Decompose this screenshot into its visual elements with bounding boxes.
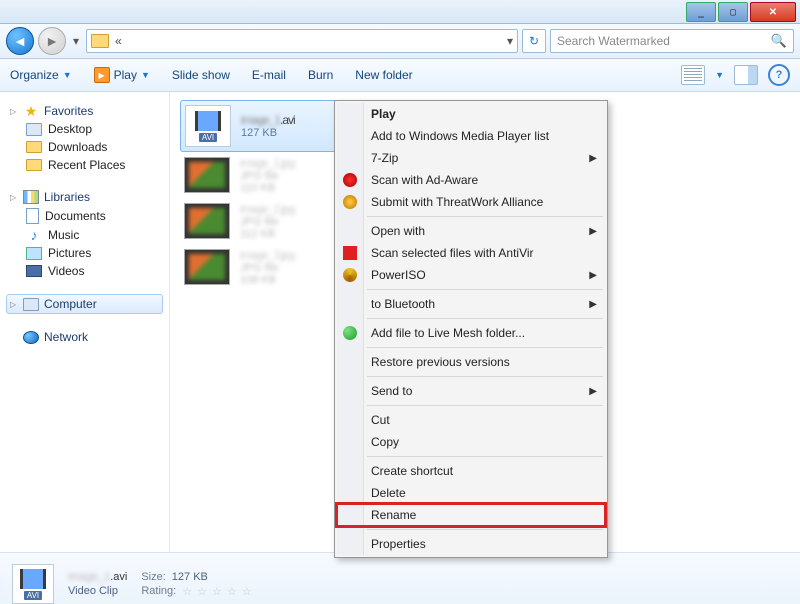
- sidebar-item-network[interactable]: ▷Network: [0, 328, 169, 346]
- sidebar-item-music[interactable]: ♪Music: [0, 226, 169, 244]
- slideshow-button[interactable]: Slide show: [172, 68, 230, 82]
- libraries-icon: [23, 190, 39, 204]
- details-filetype: Video Clip: [68, 585, 127, 597]
- refresh-button[interactable]: ↻: [522, 29, 546, 53]
- organize-menu[interactable]: Organize▼: [10, 68, 72, 82]
- window-minimize-button[interactable]: _: [686, 2, 716, 22]
- computer-icon: [23, 298, 39, 311]
- nav-history-dropdown[interactable]: ▾: [70, 34, 82, 48]
- cm-create-shortcut[interactable]: Create shortcut: [337, 460, 605, 482]
- nav-forward-button: ►: [38, 27, 66, 55]
- avi-file-icon: AVI: [185, 105, 231, 147]
- navigation-bar: ◄ ► ▾ « ▾ ↻ Search Watermarked 🔍: [0, 24, 800, 59]
- star-icon: ★: [23, 104, 39, 118]
- pictures-icon: [26, 247, 42, 260]
- sidebar-item-pictures[interactable]: Pictures: [0, 244, 169, 262]
- desktop-icon: [26, 123, 42, 136]
- view-dropdown-icon[interactable]: ▼: [715, 70, 724, 80]
- cm-play[interactable]: Play: [337, 103, 605, 125]
- search-placeholder: Search Watermarked: [557, 34, 670, 48]
- cm-scan-antivir[interactable]: Scan selected files with AntiVir: [337, 242, 605, 264]
- livemesh-icon: [343, 326, 357, 340]
- sidebar-item-desktop[interactable]: Desktop: [0, 120, 169, 138]
- new-folder-button[interactable]: New folder: [355, 68, 412, 82]
- details-size-value: 127 KB: [172, 571, 208, 583]
- image-thumbnail: [184, 249, 230, 285]
- burn-button[interactable]: Burn: [308, 68, 333, 82]
- details-pane: AVI image_1.avi Video Clip Size: 127 KB R…: [0, 552, 800, 604]
- help-button[interactable]: ?: [768, 64, 790, 86]
- address-text: «: [115, 34, 122, 48]
- cm-scan-adaware[interactable]: Scan with Ad-Aware: [337, 169, 605, 191]
- details-filename: image_1.avi: [68, 571, 127, 583]
- cm-send-to[interactable]: Send to▶: [337, 380, 605, 402]
- folder-icon: [91, 34, 109, 48]
- folder-icon: [26, 159, 42, 171]
- details-file-icon: AVI: [12, 564, 54, 604]
- details-rating-label: Rating:: [141, 585, 176, 598]
- sidebar-item-downloads[interactable]: Downloads: [0, 138, 169, 156]
- cm-rename[interactable]: Rename: [337, 504, 605, 526]
- address-bar[interactable]: « ▾: [86, 29, 518, 53]
- play-icon: ▶: [94, 67, 110, 83]
- sidebar-item-videos[interactable]: Videos: [0, 262, 169, 280]
- cm-to-bluetooth[interactable]: to Bluetooth▶: [337, 293, 605, 315]
- navigation-pane: ▷★Favorites Desktop Downloads Recent Pla…: [0, 92, 170, 552]
- sidebar-item-documents[interactable]: Documents: [0, 206, 169, 226]
- sidebar-libraries-header[interactable]: ▷Libraries: [0, 188, 169, 206]
- command-toolbar: Organize▼ ▶Play▼ Slide show E-mail Burn …: [0, 59, 800, 92]
- folder-icon: [26, 141, 42, 153]
- window-maximize-button[interactable]: ▢: [718, 2, 748, 22]
- cm-open-with[interactable]: Open with▶: [337, 220, 605, 242]
- sidebar-favorites-header[interactable]: ▷★Favorites: [0, 102, 169, 120]
- image-thumbnail: [184, 157, 230, 193]
- cm-7zip[interactable]: 7-Zip▶: [337, 147, 605, 169]
- play-menu[interactable]: ▶Play▼: [94, 67, 150, 83]
- videos-icon: [26, 265, 42, 277]
- cm-copy[interactable]: Copy: [337, 431, 605, 453]
- details-size-label: Size:: [141, 571, 165, 583]
- search-input[interactable]: Search Watermarked 🔍: [550, 29, 794, 53]
- cm-submit-threatwork[interactable]: Submit with ThreatWork Alliance: [337, 191, 605, 213]
- view-options-button[interactable]: [681, 65, 705, 85]
- cm-delete[interactable]: Delete: [337, 482, 605, 504]
- cm-poweriso[interactable]: PowerISO▶: [337, 264, 605, 286]
- cm-add-live-mesh[interactable]: Add file to Live Mesh folder...: [337, 322, 605, 344]
- address-dropdown-icon[interactable]: ▾: [507, 34, 513, 48]
- threatwork-icon: [343, 195, 357, 209]
- cm-cut[interactable]: Cut: [337, 409, 605, 431]
- cm-restore-previous[interactable]: Restore previous versions: [337, 351, 605, 373]
- sidebar-item-computer[interactable]: ▷Computer: [6, 294, 163, 314]
- preview-pane-button[interactable]: [734, 65, 758, 85]
- window-titlebar: _ ▢ ✕: [0, 0, 800, 24]
- email-button[interactable]: E-mail: [252, 68, 286, 82]
- nav-back-button[interactable]: ◄: [6, 27, 34, 55]
- cm-properties[interactable]: Properties: [337, 533, 605, 555]
- sidebar-item-recent-places[interactable]: Recent Places: [0, 156, 169, 174]
- network-icon: [23, 331, 39, 344]
- document-icon: [26, 208, 39, 224]
- poweriso-icon: [343, 268, 357, 282]
- adaware-icon: [343, 173, 357, 187]
- music-icon: ♪: [26, 228, 42, 242]
- search-icon: 🔍: [771, 33, 787, 49]
- antivir-icon: [343, 246, 357, 260]
- context-menu: Play Add to Windows Media Player list 7-…: [334, 100, 608, 558]
- window-close-button[interactable]: ✕: [750, 2, 796, 22]
- cm-add-to-wmp[interactable]: Add to Windows Media Player list: [337, 125, 605, 147]
- details-rating-stars[interactable]: ☆ ☆ ☆ ☆ ☆: [182, 585, 253, 598]
- image-thumbnail: [184, 203, 230, 239]
